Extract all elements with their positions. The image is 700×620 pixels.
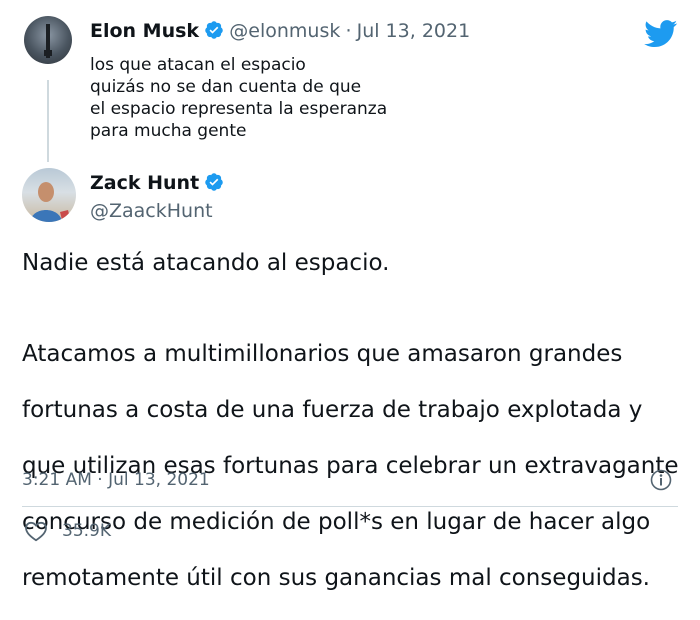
quoted-author-handle[interactable]: @elonmusk [229,20,340,42]
meta-separator: · [345,20,352,42]
quoted-text-line: para mucha gente [90,121,247,141]
zack-avatar[interactable] [22,168,76,222]
divider [22,506,678,507]
quoted-tweet-text: los que atacan el espacio quizás no se d… [90,54,387,142]
tweet-paragraph-2: Atacamos a multimillonarios que amasaron… [22,312,679,620]
tweet-timestamp[interactable]: 3:21 AM · Jul 13, 2021 [22,470,210,490]
tweet-text-line: fortunas a costa de una fuerza de trabaj… [22,397,643,423]
author-name[interactable]: Zack Hunt [90,172,199,194]
like-count: 35.9K [62,521,111,541]
tweet-text-line: Atacamos a multimillonarios que amasaron… [22,341,623,367]
quoted-text-line: el espacio representa la esperanza [90,99,388,119]
thread-connector [47,80,49,162]
verified-badge-icon [204,172,224,196]
like-button[interactable]: 35.9K [24,520,111,542]
quoted-text-line: los que atacan el espacio [90,55,306,75]
verified-badge-icon [204,20,224,44]
heart-icon [24,520,48,542]
quoted-author-name[interactable]: Elon Musk [90,20,199,42]
quoted-text-line: quizás no se dan cuenta de que [90,77,362,97]
quoted-tweet-date[interactable]: Jul 13, 2021 [357,20,471,42]
tweet-text-line: remotamente útil con sus ganancias mal c… [22,565,650,591]
tweet-paragraph-1: Nadie está atacando al espacio. [22,250,390,276]
elon-avatar[interactable] [24,16,72,64]
twitter-bird-icon[interactable] [644,20,678,52]
info-icon[interactable] [650,469,672,495]
tweet-text-line: concurso de medición de poll*s en lugar … [22,509,651,535]
author-handle[interactable]: @ZaackHunt [90,200,224,222]
